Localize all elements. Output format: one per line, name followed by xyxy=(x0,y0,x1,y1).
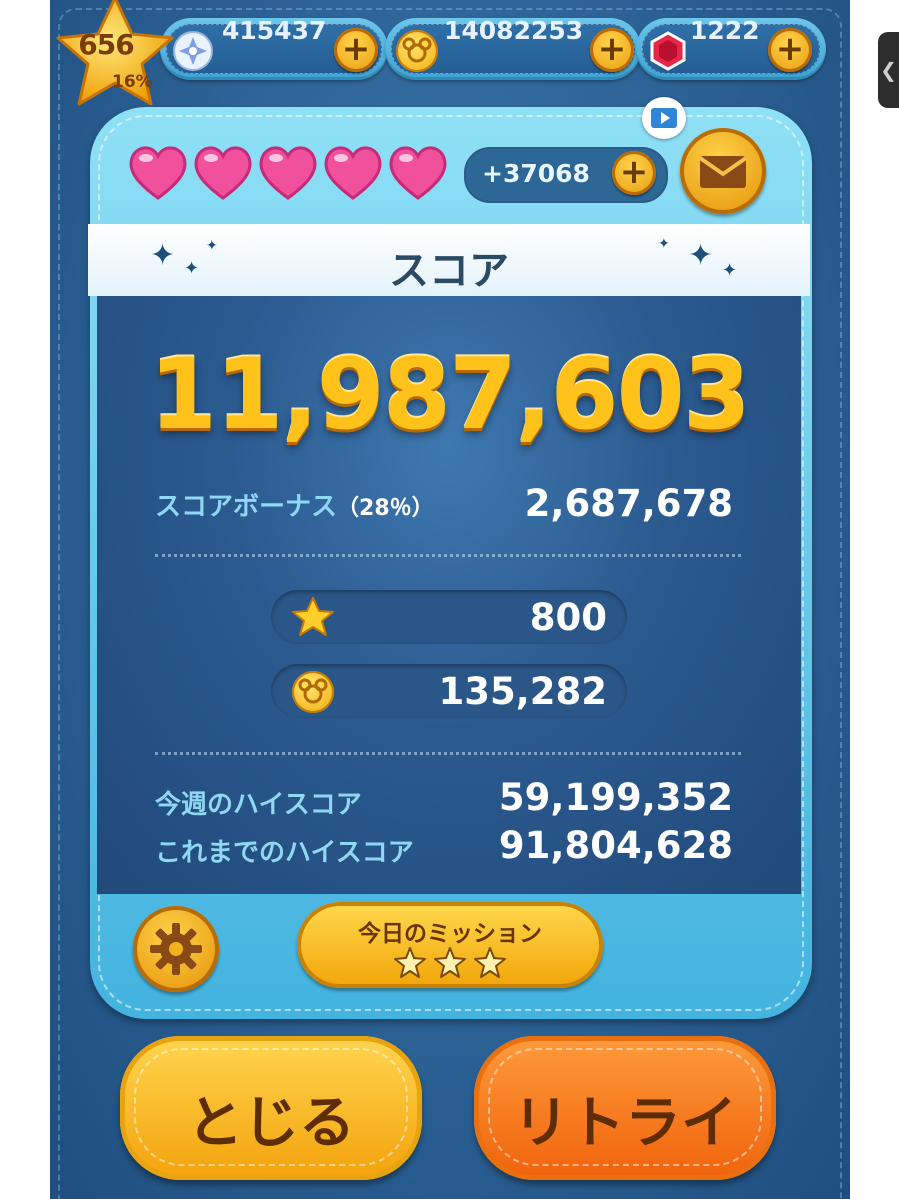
mail-icon xyxy=(698,156,748,188)
coin-icon xyxy=(292,671,334,713)
sparkle-icon: ✦ xyxy=(184,258,200,279)
heart-icon xyxy=(259,146,317,200)
player-level: 656 xyxy=(78,28,134,61)
ruby-count: 1222 xyxy=(690,16,760,45)
close-button-label: とじる xyxy=(187,1091,355,1156)
side-bezel xyxy=(850,0,899,1199)
weekly-high-label: 今週のハイスコア xyxy=(155,790,362,820)
all-time-high-label: これまでのハイスコア xyxy=(155,838,414,868)
divider xyxy=(155,554,741,557)
add-rubies-button[interactable]: + xyxy=(768,28,812,72)
score-header: スコア ✦ ✦ ✦ ✦ ✦ ✦ xyxy=(88,224,810,296)
star-icon xyxy=(394,947,426,978)
exp-value: 800 xyxy=(529,596,607,639)
add-hearts-button[interactable]: + xyxy=(612,151,656,195)
heart-icon xyxy=(194,146,252,200)
score-body: 11,987,603 スコアボーナス（28％） 2,687,678 800 13… xyxy=(97,296,801,894)
add-gems-button[interactable]: + xyxy=(334,28,378,72)
heart-icon xyxy=(389,146,447,200)
daily-mission-label: 今日のミッション xyxy=(358,921,542,947)
score-bonus-value: 2,687,678 xyxy=(524,482,733,525)
ruby-icon xyxy=(650,31,686,71)
add-coins-button[interactable]: + xyxy=(590,28,634,72)
sparkle-icon: ✦ xyxy=(150,238,176,273)
level-progress: 16% xyxy=(112,72,153,92)
weekly-high-value: 59,199,352 xyxy=(498,776,733,819)
sparkle-icon: ✦ xyxy=(658,236,670,252)
heart-icon xyxy=(324,146,382,200)
daily-mission-button[interactable]: 今日のミッション xyxy=(297,902,603,988)
score-bonus-label: スコアボーナス（28％） xyxy=(155,486,434,523)
settings-button[interactable] xyxy=(133,906,219,992)
retry-button[interactable]: リトライ xyxy=(474,1036,776,1180)
retry-button-label: リトライ xyxy=(513,1091,737,1156)
sparkle-icon: ✦ xyxy=(722,260,738,281)
heart-icon xyxy=(129,146,187,200)
star-icon xyxy=(292,597,334,636)
sparkle-icon: ✦ xyxy=(688,238,714,273)
sparkle-icon: ✦ xyxy=(206,238,218,254)
video-ad-badge[interactable] xyxy=(642,97,686,139)
divider xyxy=(155,752,741,755)
coin-icon xyxy=(396,30,438,72)
all-time-high-value: 91,804,628 xyxy=(498,824,733,867)
video-icon xyxy=(651,108,677,128)
mailbox-button[interactable] xyxy=(680,128,766,214)
close-button[interactable]: とじる xyxy=(120,1036,422,1180)
gem-count: 415437 xyxy=(222,16,327,45)
score-bonus-text: スコアボーナス xyxy=(155,492,338,522)
gear-icon xyxy=(150,923,202,975)
coins-earned-value: 135,282 xyxy=(438,670,607,713)
side-panel-handle[interactable]: ❮ xyxy=(878,32,899,108)
mission-stars xyxy=(394,947,506,978)
score-bonus-percent: （28％） xyxy=(337,496,434,521)
star-icon xyxy=(474,947,506,978)
star-icon xyxy=(434,947,466,978)
gem-icon xyxy=(173,31,213,71)
lives-bonus-count: +37068 xyxy=(482,159,590,188)
coin-count: 14082253 xyxy=(444,16,584,45)
final-score: 11,987,603 xyxy=(149,338,751,452)
